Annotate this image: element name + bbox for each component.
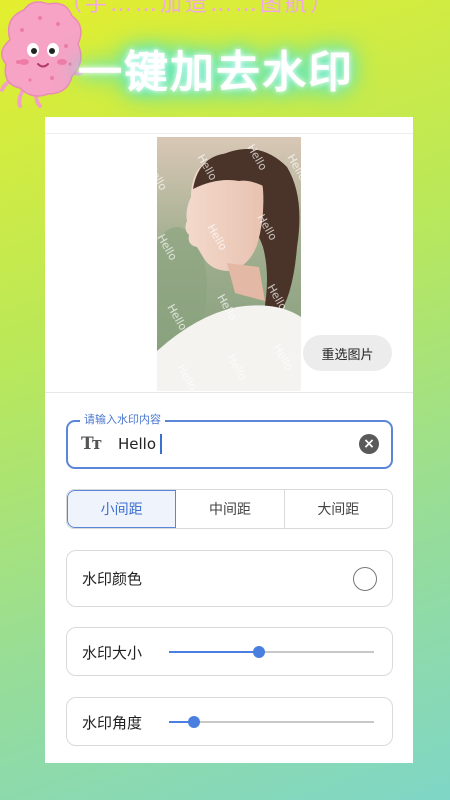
divider [45,392,413,393]
spacing-option-small[interactable]: 小间距 [67,490,177,528]
watermark-text-field[interactable]: 请输入水印内容 Tт × [66,413,393,469]
mascot-illustration [0,1,84,108]
size-slider[interactable] [169,646,374,658]
angle-slider[interactable] [169,716,374,728]
size-slider-fill [169,651,260,653]
color-picker-swatch[interactable] [353,567,377,591]
spacing-segmented-control: 小间距 中间距 大间距 [66,489,393,529]
photo-preview[interactable]: Hello Hello Hello Hello Hello Hello Hell… [157,137,301,391]
size-slider-thumb[interactable] [253,646,266,658]
watermark-size-row: 水印大小 [66,627,393,676]
clear-text-icon[interactable]: × [359,434,379,454]
watermark-angle-label: 水印角度 [82,714,143,732]
promo-headline: 一键加去水印 [78,47,354,98]
spacing-option-large[interactable]: 大间距 [285,490,392,528]
watermark-angle-row: 水印角度 [66,697,393,746]
promo-top-banner: （手……加造……图航） [60,0,336,16]
divider [45,133,413,134]
text-cursor [160,434,162,454]
spacing-option-medium[interactable]: 中间距 [176,490,285,528]
angle-slider-thumb[interactable] [187,716,200,728]
watermark-size-label: 水印大小 [82,644,143,662]
watermark-text-input[interactable] [118,433,338,455]
editor-card: Hello Hello Hello Hello Hello Hello Hell… [45,117,413,763]
watermark-color-row[interactable]: 水印颜色 [66,550,393,607]
watermark-field-legend: 请输入水印内容 [80,413,165,427]
watermark-color-label: 水印颜色 [82,570,143,588]
reselect-image-button[interactable]: 重选图片 [303,335,392,371]
text-format-icon: Tт [81,434,102,454]
